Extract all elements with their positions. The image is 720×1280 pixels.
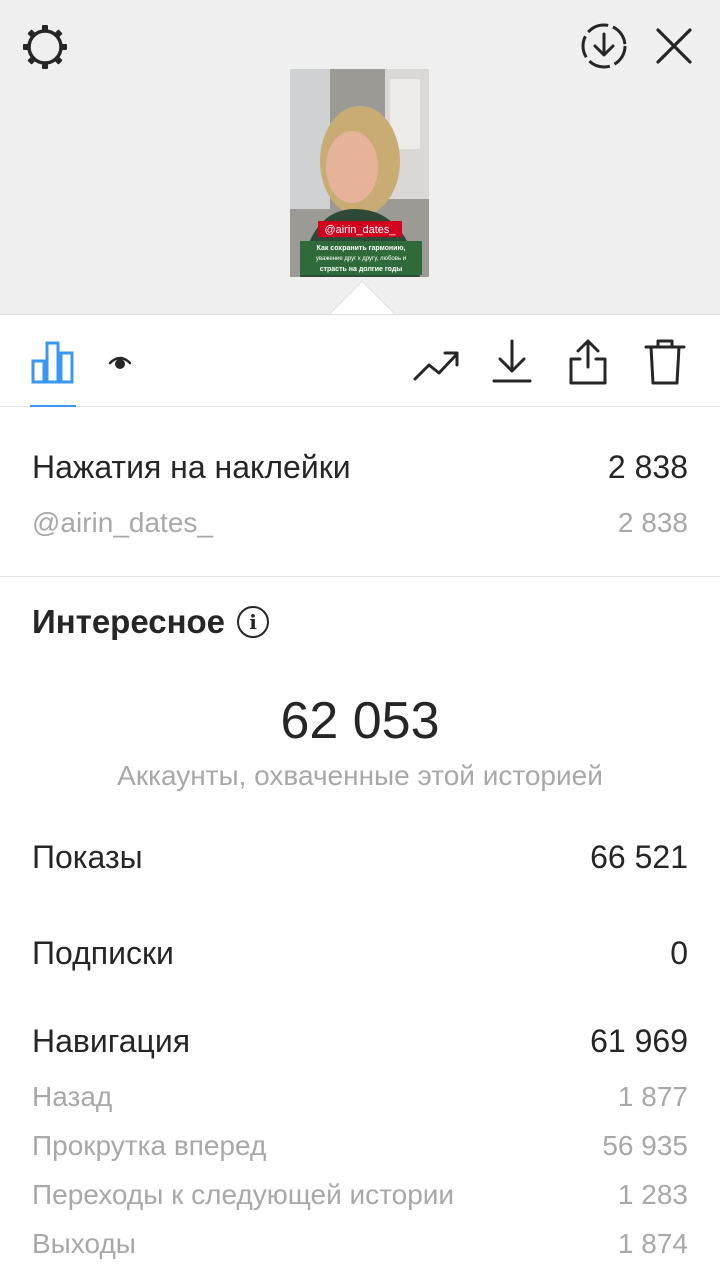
navigation-row: Навигация 61 969 — [32, 1023, 688, 1060]
trash-icon[interactable] — [642, 337, 688, 387]
nav-item-label: Прокрутка вперед — [32, 1130, 267, 1161]
nav-item-row: Назад 1 877 — [32, 1081, 688, 1113]
nav-item-value: 1 874 — [617, 1228, 688, 1259]
discovery-title-text: Интересное — [32, 603, 226, 640]
eye-icon[interactable] — [107, 353, 133, 373]
caption-line-2: уважение друг к другу, любовь и — [316, 256, 406, 262]
username-sticker: @airin_dates_ — [324, 224, 396, 236]
gear-icon[interactable] — [20, 22, 70, 72]
insights-toolbar — [0, 315, 720, 407]
download-icon[interactable] — [490, 337, 534, 385]
sticker-taps-row: Нажатия на наклейки 2 838 — [32, 449, 688, 486]
nav-item-label: Назад — [32, 1081, 113, 1112]
nav-item-row: Переходы к следующей истории 1 283 — [32, 1179, 688, 1211]
follows-label: Подписки — [32, 935, 174, 971]
bar-chart-icon[interactable] — [30, 339, 76, 385]
story-preview-area: @airin_dates_ Как сохранить гармонию, ув… — [0, 0, 720, 314]
impressions-label: Показы — [32, 839, 143, 875]
navigation-value: 61 969 — [590, 1023, 688, 1059]
navigation-label: Навигация — [32, 1023, 191, 1059]
caption-line-3: страсть на долгие годы — [320, 266, 403, 273]
follows-row: Подписки 0 — [32, 935, 688, 972]
follows-value: 0 — [670, 935, 688, 971]
sticker-item-row: @airin_dates_ 2 838 — [32, 507, 688, 539]
insights-sheet: Нажатия на наклейки 2 838 @airin_dates_ … — [0, 314, 720, 1280]
sticker-taps-label: Нажатия на наклейки — [32, 449, 351, 485]
story-image: @airin_dates_ Как сохранить гармонию, ув… — [290, 69, 429, 277]
nav-item-value: 56 935 — [602, 1130, 688, 1161]
sticker-item-label: @airin_dates_ — [32, 507, 213, 538]
sticker-item-value: 2 838 — [617, 507, 688, 538]
close-icon[interactable] — [652, 24, 696, 68]
nav-item-row: Прокрутка вперед 56 935 — [32, 1130, 688, 1162]
caption-line-1: Как сохранить гармонию, — [317, 245, 406, 252]
impressions-row: Показы 66 521 — [32, 839, 688, 876]
reach-value: 62 053 — [280, 692, 440, 750]
story-thumbnail[interactable]: @airin_dates_ Как сохранить гармонию, ув… — [290, 69, 429, 277]
nav-item-label: Переходы к следующей истории — [32, 1179, 455, 1210]
sticker-taps-value: 2 838 — [607, 449, 688, 485]
discovery-title: Интересное i — [32, 603, 270, 641]
nav-item-value: 1 877 — [617, 1081, 688, 1112]
nav-item-value: 1 283 — [617, 1179, 688, 1210]
nav-item-label: Выходы — [32, 1228, 136, 1259]
nav-item-row: Выходы 1 874 — [32, 1228, 688, 1260]
active-tab-indicator — [30, 405, 76, 407]
info-icon[interactable]: i — [237, 606, 270, 638]
divider — [0, 576, 720, 577]
reach-label: Аккаунты, охваченные этой историей — [117, 760, 603, 791]
share-icon[interactable] — [566, 337, 610, 387]
download-circle-icon[interactable] — [578, 20, 630, 72]
impressions-value: 66 521 — [590, 839, 688, 875]
trending-up-icon[interactable] — [412, 345, 462, 385]
